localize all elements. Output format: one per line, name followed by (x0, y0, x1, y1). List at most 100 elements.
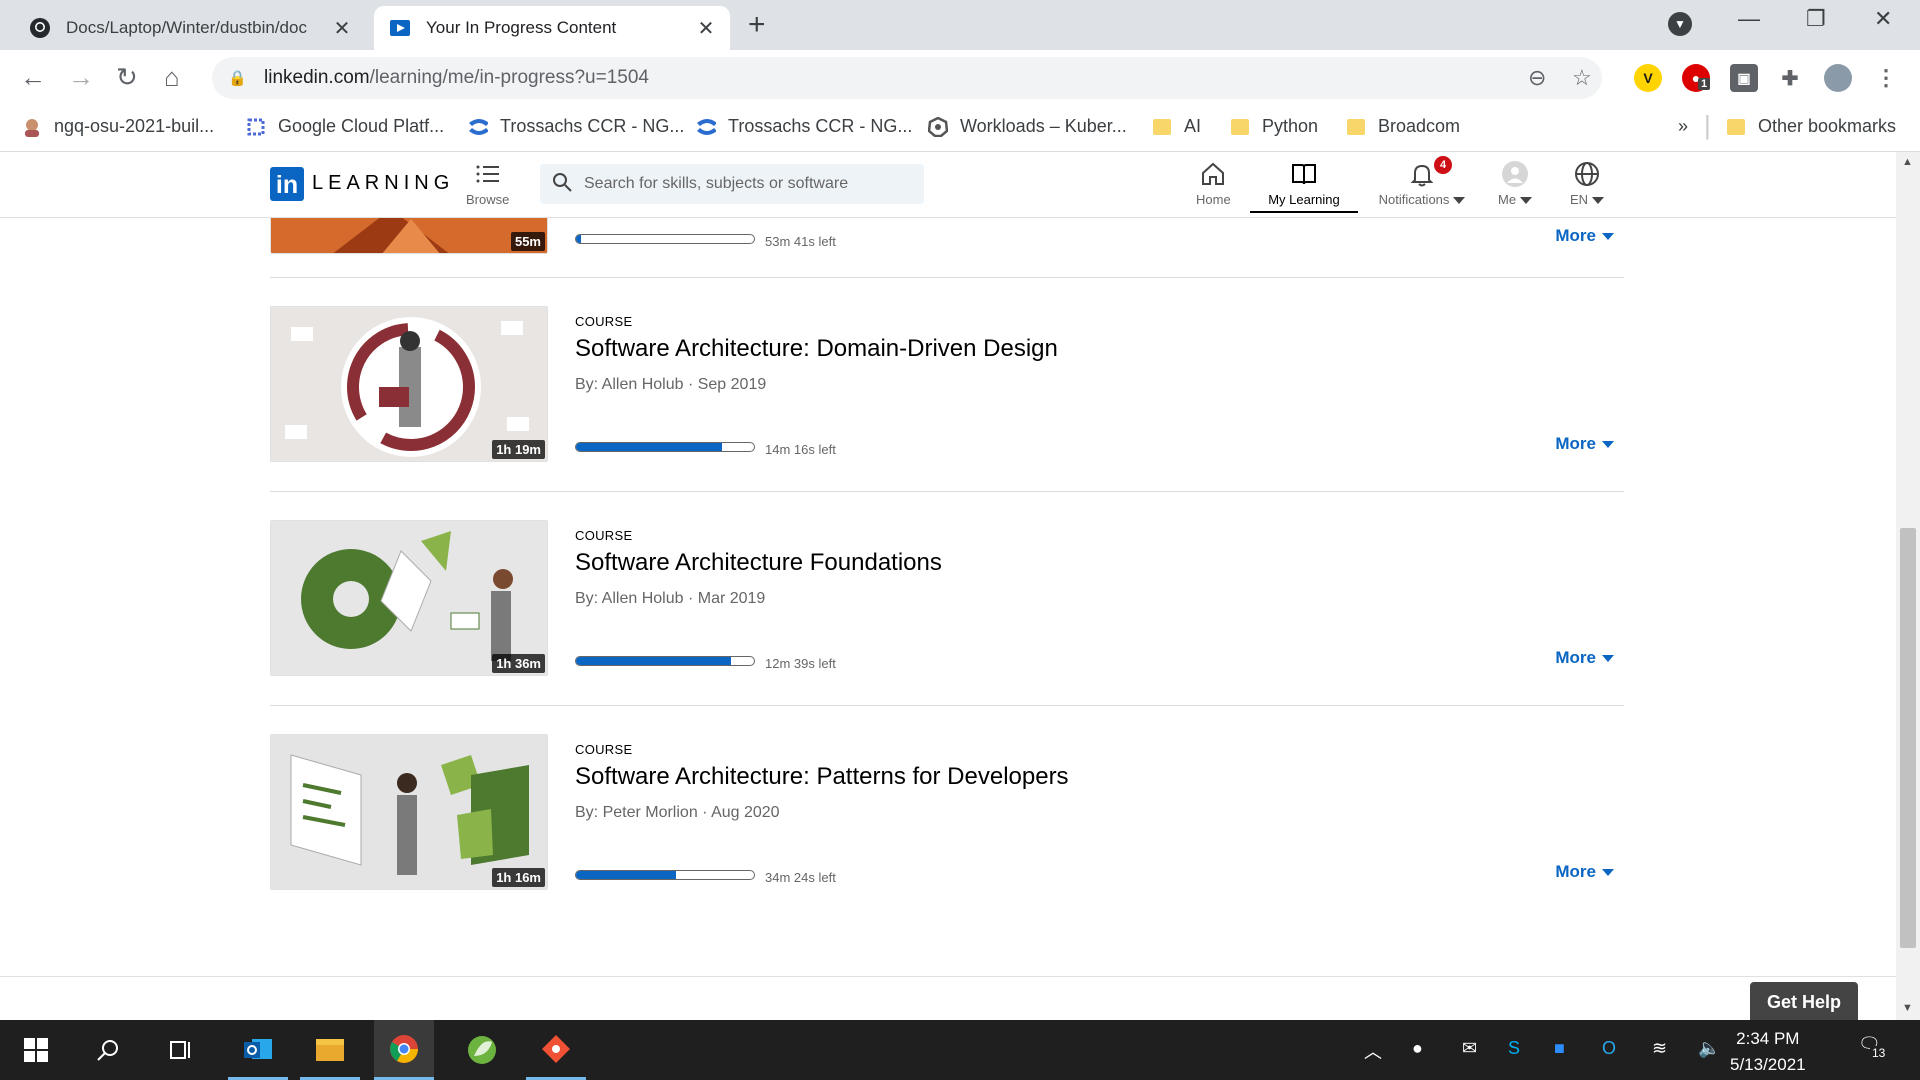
course-byline: By: Allen Holub · Sep 2019 (575, 376, 767, 393)
tab-search-icon[interactable]: ▼ (1668, 12, 1692, 36)
course-thumbnail[interactable]: 1h 36m (270, 520, 548, 676)
course-title[interactable]: Software Architecture: Patterns for Deve… (575, 763, 1069, 791)
progress-bar (575, 656, 755, 666)
back-icon[interactable]: ← (20, 62, 46, 93)
get-help-button[interactable]: Get Help (1750, 982, 1858, 1020)
bookmark-item[interactable]: ngq-osu-2021-buil... (22, 116, 214, 137)
network-globe-icon[interactable]: ● (1412, 1038, 1423, 1059)
close-window-icon[interactable]: ✕ (1874, 6, 1892, 32)
bookmark-label: AI (1184, 116, 1202, 136)
new-tab-icon[interactable]: + (748, 8, 766, 42)
browser-toolbar: ← → ↻ ⌂ 🔒 linkedin.com/learning/me/in-pr… (0, 50, 1920, 106)
bookmarks-divider: | (1704, 110, 1711, 140)
search-input[interactable]: Search for skills, subjects or software (540, 164, 924, 204)
github-icon (28, 16, 52, 40)
adblock-extension-icon[interactable]: ● 1 (1682, 64, 1711, 92)
more-button[interactable]: More (1555, 226, 1614, 246)
windows-start-icon[interactable] (6, 1020, 66, 1080)
course-thumbnail[interactable]: 1h 16m (270, 734, 548, 890)
avatar-icon (1502, 161, 1529, 187)
task-view-icon[interactable] (150, 1020, 210, 1080)
footer-divider (0, 976, 1896, 977)
scroll-up-icon[interactable]: ▲ (1902, 156, 1913, 168)
more-button[interactable]: More (1555, 434, 1614, 454)
tab-github-docs[interactable]: Docs/Laptop/Winter/dustbin/doc ✕ (14, 6, 366, 50)
reload-icon[interactable]: ↻ (116, 62, 138, 93)
profile-avatar[interactable] (1824, 64, 1852, 92)
progress-bar (575, 442, 755, 452)
nav-notifications-label: Notifications (1378, 192, 1450, 207)
course-thumbnail[interactable]: 1h 19m (270, 306, 548, 462)
norton-extension-icon[interactable]: V (1634, 64, 1662, 92)
mail-icon[interactable]: ✉ (1462, 1038, 1477, 1059)
chrome-icon[interactable] (374, 1020, 434, 1080)
nav-home[interactable]: Home (1196, 160, 1231, 207)
search-icon (552, 172, 572, 197)
outlook-tray-icon[interactable]: O (1602, 1038, 1616, 1059)
volume-icon[interactable]: 🔈 (1698, 1038, 1720, 1059)
other-bookmarks-folder[interactable]: Other bookmarks (1726, 116, 1896, 137)
course-title[interactable]: Software Architecture: Domain-Driven Des… (575, 335, 1058, 363)
close-tab-icon[interactable]: ✕ (332, 16, 352, 41)
nav-notifications[interactable]: 4 Notifications (1372, 156, 1472, 207)
bookmark-item[interactable]: Trossachs CCR - NG... (468, 116, 684, 137)
more-button[interactable]: More (1555, 862, 1614, 882)
nav-me-label: Me (1498, 192, 1517, 207)
course-author[interactable]: By: Allen Holub (575, 376, 684, 393)
outlook-icon[interactable] (228, 1020, 288, 1080)
nav-language[interactable]: EN (1570, 160, 1605, 207)
bookmark-folder[interactable]: Python (1230, 116, 1318, 137)
minimize-icon[interactable]: — (1738, 6, 1760, 32)
progress-fill (576, 871, 676, 879)
bookmark-folder[interactable]: Broadcom (1346, 116, 1460, 137)
scrollbar-thumb[interactable] (1900, 528, 1916, 948)
git-kraken-icon[interactable] (526, 1020, 586, 1080)
page-scrollbar[interactable]: ▲ ▼ (1896, 152, 1920, 1020)
scroll-down-icon[interactable]: ▼ (1902, 1002, 1913, 1014)
bookmark-star-icon[interactable]: ☆ (1572, 65, 1592, 91)
gcp-icon (246, 117, 266, 137)
confluence-icon (696, 117, 716, 137)
close-tab-icon[interactable]: ✕ (696, 16, 716, 41)
progress-fill (576, 443, 722, 451)
taskbar: ︿ ● ✉ S ■ O ≋ 🔈 2:34 PM 5/13/2021 🗨 13 (0, 1020, 1920, 1080)
kebab-menu-icon[interactable]: ⋮ (1872, 64, 1900, 92)
more-button[interactable]: More (1555, 648, 1614, 668)
file-explorer-icon[interactable] (300, 1020, 360, 1080)
bookmark-folder[interactable]: AI (1152, 116, 1201, 137)
wifi-icon[interactable]: ≋ (1652, 1038, 1667, 1059)
bookmark-item[interactable]: Trossachs CCR - NG... (696, 116, 912, 137)
clock-time: 2:34 PM (1736, 1029, 1800, 1048)
search-icon[interactable] (78, 1020, 138, 1080)
course-author[interactable]: By: Peter Morlion (575, 804, 698, 821)
zoom-icon[interactable]: ■ (1554, 1038, 1565, 1059)
course-title[interactable]: Software Architecture Foundations (575, 549, 942, 577)
course-author[interactable]: By: Allen Holub (575, 590, 684, 607)
globe-icon (1575, 162, 1600, 186)
address-bar[interactable]: 🔒 linkedin.com/learning/me/in-progress?u… (212, 57, 1602, 99)
chevron-down-icon (1602, 441, 1614, 449)
system-clock[interactable]: 2:34 PM 5/13/2021 (1730, 1026, 1806, 1078)
browse-button[interactable]: Browse (466, 160, 509, 207)
restore-icon[interactable]: ❐ (1806, 6, 1826, 32)
show-hidden-icons-icon[interactable]: ︿ (1364, 1038, 1382, 1064)
home-icon[interactable]: ⌂ (164, 62, 180, 93)
bookmark-label: Trossachs CCR - NG... (728, 116, 913, 136)
linkedin-learning-icon (388, 16, 412, 40)
learning-logo-text[interactable]: LEARNING (312, 172, 454, 195)
puzzle-extensions-icon[interactable]: ✚ (1776, 64, 1804, 92)
forward-icon[interactable]: → (68, 62, 94, 93)
nav-my-learning[interactable]: My Learning (1250, 160, 1358, 213)
spring-tools-icon[interactable] (452, 1020, 512, 1080)
bookmarks-overflow-button[interactable]: » (1678, 116, 1688, 137)
action-center-icon[interactable]: 🗨 13 (1858, 1034, 1888, 1060)
bookmark-item[interactable]: Workloads – Kuber... (928, 116, 1127, 137)
tab-in-progress[interactable]: Your In Progress Content ✕ (374, 6, 730, 50)
nav-me[interactable]: Me (1498, 160, 1533, 207)
linkedin-logo-icon[interactable]: in (270, 167, 304, 201)
skype-icon[interactable]: S (1508, 1038, 1520, 1059)
bookmark-item[interactable]: Google Cloud Platf... (246, 116, 444, 137)
zoom-icon[interactable]: ⊖ (1528, 65, 1546, 91)
duration-badge: 1h 16m (492, 868, 545, 887)
extension-icon[interactable]: ▣ (1730, 64, 1758, 92)
